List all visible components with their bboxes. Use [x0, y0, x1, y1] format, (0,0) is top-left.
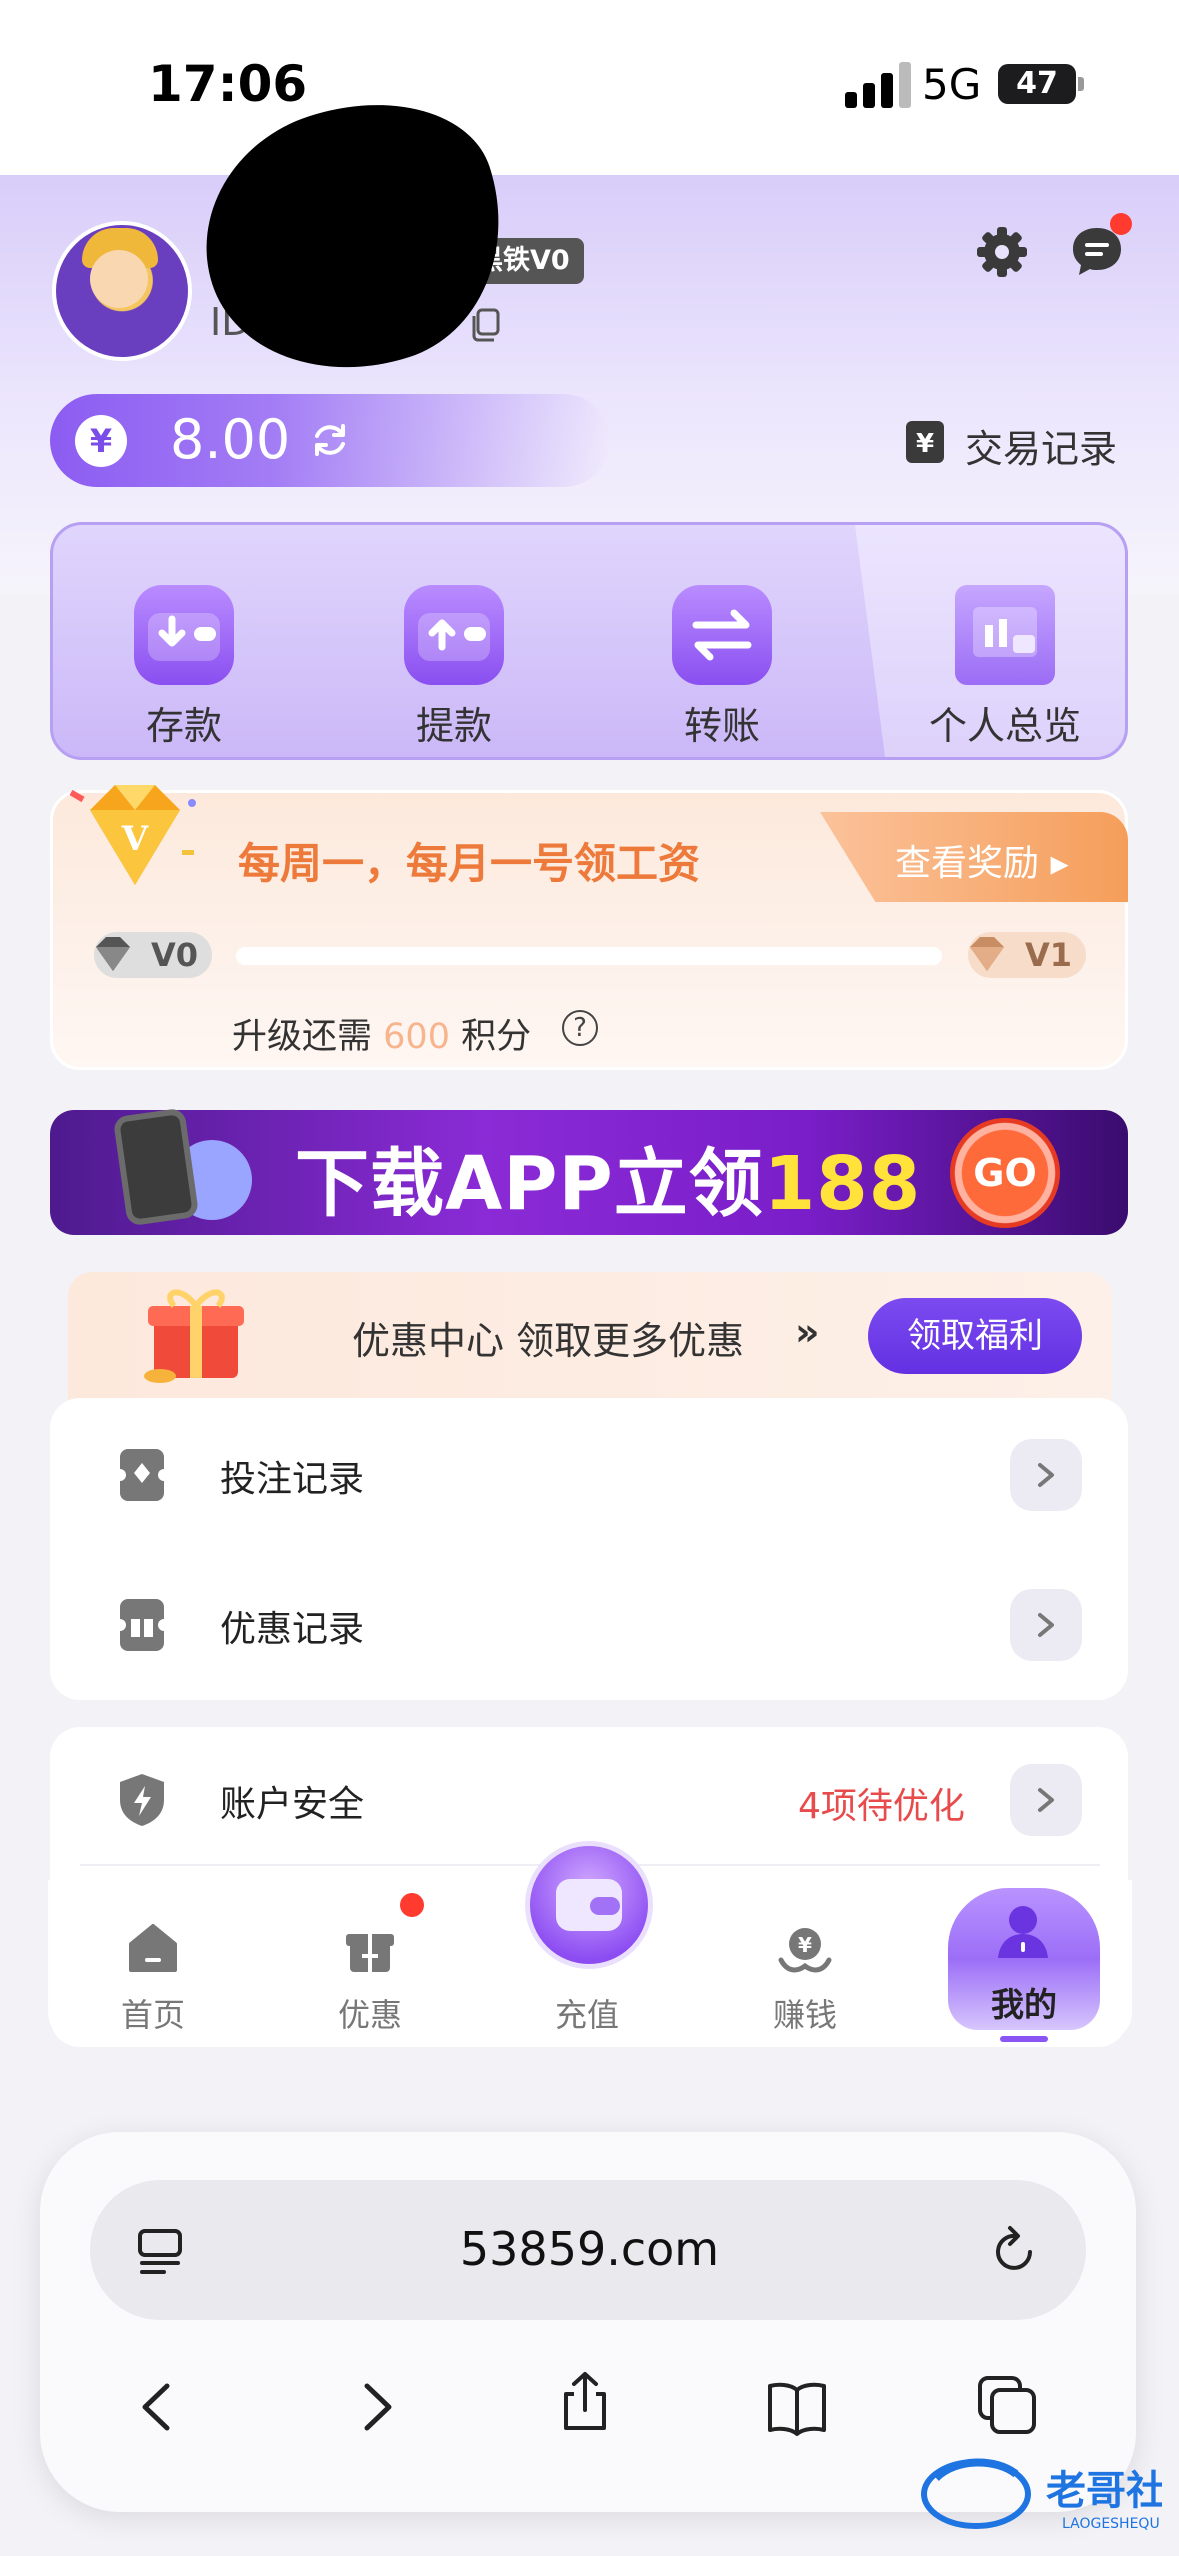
transfer-icon: [672, 585, 772, 685]
tab-recharge[interactable]: 充值: [507, 1892, 667, 2042]
forward-icon[interactable]: [345, 2376, 407, 2438]
transfer-label: 转账: [683, 704, 760, 748]
deposit-icon: [134, 585, 234, 685]
battery-tip: [1078, 77, 1084, 91]
yen-icon: ¥: [75, 415, 127, 467]
withdraw-label: 提款: [415, 704, 492, 748]
money-hands-icon: ¥: [778, 1928, 832, 1973]
signal-icon: [845, 62, 911, 108]
bet-ticket-icon: [116, 1449, 168, 1501]
tab-earn-label: 赚钱: [772, 1996, 837, 2034]
go-button[interactable]: GO: [950, 1118, 1060, 1228]
tab-promotions-label: 优惠: [337, 1996, 402, 2034]
gift-ticket-icon: [116, 1599, 168, 1651]
bet-records-row[interactable]: 投注记录: [50, 1420, 1128, 1530]
diamond-gray-icon: [96, 937, 130, 971]
upgrade-suffix: 积分: [461, 1017, 532, 1057]
avatar-face: [90, 250, 148, 308]
account-security-row[interactable]: 账户安全 4项待优化: [50, 1745, 1128, 1855]
promo-text: 优惠中心 领取更多优惠: [352, 1319, 745, 1363]
gift-box-icon: [144, 1289, 244, 1383]
diamond-bronze-icon: [970, 937, 1004, 971]
svg-text:LAOGESHEQU: LAOGESHEQU: [1062, 2516, 1160, 2532]
banner-text: 下载APP立领188: [295, 1141, 922, 1227]
home-icon: [129, 1924, 177, 1972]
chevron-right-icon[interactable]: [1010, 1764, 1082, 1836]
bet-records-label: 投注记录: [220, 1459, 365, 1500]
notification-dot: [1110, 213, 1132, 235]
deposit-button[interactable]: 存款: [84, 545, 284, 755]
gift-icon: [346, 1934, 394, 1972]
claim-benefits-button[interactable]: 领取福利: [868, 1298, 1082, 1374]
tab-home-label: 首页: [120, 1996, 185, 2034]
tab-earn[interactable]: ¥ 赚钱: [725, 1892, 885, 2042]
bookmarks-icon[interactable]: [766, 2376, 828, 2438]
transactions-link[interactable]: 交易记录: [965, 418, 1117, 473]
svg-text:V: V: [121, 819, 149, 859]
back-icon[interactable]: [127, 2376, 189, 2438]
reload-icon[interactable]: [990, 2222, 1042, 2278]
help-icon[interactable]: ?: [562, 1010, 598, 1046]
tabs-icon[interactable]: [976, 2374, 1038, 2436]
tab-profile[interactable]: 我的: [948, 1978, 1100, 2026]
view-rewards-link[interactable]: 查看奖励 ▸: [895, 834, 1069, 886]
refresh-icon[interactable]: [310, 420, 350, 460]
gear-icon[interactable]: [975, 225, 1029, 279]
security-alert: 4项待优化: [798, 1786, 965, 1827]
upgrade-points: 600: [383, 1017, 450, 1057]
withdraw-icon: [404, 585, 504, 685]
tab-active-indicator: [1000, 2036, 1048, 2042]
promo-records-row[interactable]: 优惠记录: [50, 1570, 1128, 1680]
svg-text:老哥社区: 老哥社区: [1046, 2468, 1162, 2514]
network-type: 5G: [922, 60, 982, 109]
phone-illustration: [112, 1107, 200, 1227]
diamond-v-icon: V: [70, 785, 196, 885]
balance-value: 8.00: [170, 408, 291, 471]
deposit-label: 存款: [145, 704, 222, 748]
tab-promotions[interactable]: 优惠: [290, 1892, 450, 2042]
notification-dot: [400, 1893, 424, 1917]
withdraw-button[interactable]: 提款: [354, 545, 554, 755]
transfer-button[interactable]: 转账: [622, 545, 822, 755]
upgrade-requirement: 升级还需 600 积分: [232, 1008, 531, 1059]
tab-recharge-label: 充值: [554, 1996, 619, 2034]
svg-text:¥: ¥: [798, 1933, 812, 1957]
copy-icon[interactable]: [470, 308, 500, 342]
promo-records-label: 优惠记录: [220, 1609, 365, 1650]
level-progress-bar: [236, 947, 942, 965]
transaction-icon[interactable]: ¥: [904, 419, 946, 465]
upgrade-prefix: 升级还需: [232, 1017, 373, 1057]
chevron-right-icon[interactable]: [1010, 1439, 1082, 1511]
chevron-right-icon[interactable]: [1010, 1589, 1082, 1661]
tab-home[interactable]: 首页: [73, 1892, 233, 2042]
svg-text:¥: ¥: [916, 429, 934, 459]
watermark-logo: 老哥社区 LAOGESHEQU: [921, 2458, 1162, 2532]
battery-icon: 47: [998, 64, 1076, 104]
shield-icon: [120, 1774, 164, 1826]
status-time: 17:06: [148, 55, 308, 113]
chart-board-icon: [955, 585, 1055, 685]
account-security-label: 账户安全: [220, 1784, 365, 1825]
user-icon: [998, 1906, 1048, 1958]
vip-title: 每周一，每月一号领工资: [238, 839, 701, 888]
overview-button[interactable]: 个人总览: [905, 545, 1105, 755]
share-icon[interactable]: [554, 2370, 616, 2432]
promo-arrows: »: [795, 1310, 820, 1354]
overview-label: 个人总览: [928, 704, 1081, 748]
